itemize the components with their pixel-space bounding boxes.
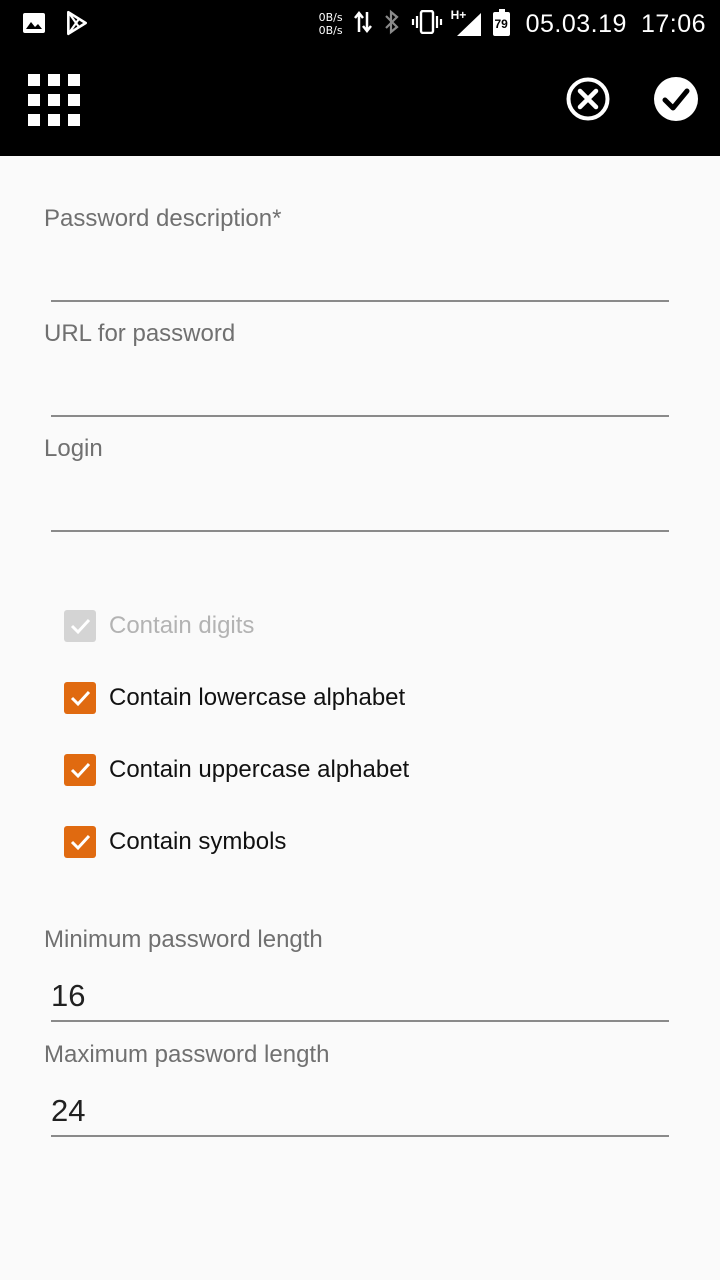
checkbox-contain-digits[interactable]: Contain digits bbox=[64, 610, 254, 642]
checkbox-contain-symbols[interactable]: Contain symbols bbox=[64, 826, 286, 858]
checkbox-checked-icon bbox=[64, 826, 96, 858]
cancel-circle-icon bbox=[566, 77, 610, 121]
login-input[interactable] bbox=[51, 482, 669, 532]
battery-level: 79 bbox=[494, 17, 508, 31]
checkbox-contain-uppercase[interactable]: Contain uppercase alphabet bbox=[64, 754, 409, 786]
max-length-label: Maximum password length bbox=[44, 1041, 330, 1068]
status-time: 17:06 bbox=[640, 9, 706, 38]
play-store-icon bbox=[64, 10, 90, 41]
checkbox-checked-icon bbox=[64, 610, 96, 642]
checkbox-label: Contain lowercase alphabet bbox=[109, 684, 406, 711]
network-speed: 0B/s 0B/s bbox=[318, 11, 343, 37]
description-input[interactable] bbox=[51, 252, 669, 302]
checkbox-checked-icon bbox=[64, 682, 96, 714]
signal-h-plus-icon: H+ bbox=[451, 8, 483, 37]
login-label: Login bbox=[44, 435, 103, 462]
checkbox-label: Contain symbols bbox=[109, 828, 287, 855]
confirm-check-icon bbox=[654, 77, 698, 121]
checkbox-label: Contain uppercase alphabet bbox=[109, 756, 410, 783]
checkbox-label: Contain digits bbox=[109, 612, 255, 639]
status-date: 05.03.19 bbox=[525, 9, 627, 38]
image-icon bbox=[22, 11, 46, 40]
url-input[interactable] bbox=[51, 367, 669, 417]
checkbox-checked-icon bbox=[64, 754, 96, 786]
min-length-input[interactable] bbox=[51, 972, 669, 1022]
vibrate-icon bbox=[411, 9, 443, 39]
bluetooth-icon bbox=[383, 9, 401, 40]
data-transfer-icon bbox=[353, 10, 373, 39]
confirm-button[interactable] bbox=[654, 77, 698, 121]
battery-icon: 79 bbox=[492, 9, 510, 36]
status-bar: 0B/s 0B/s H+ 79 05.03.19 17:06 bbox=[0, 0, 720, 48]
cancel-button[interactable] bbox=[566, 77, 610, 121]
max-length-input[interactable] bbox=[51, 1087, 669, 1137]
grid-icon[interactable] bbox=[28, 74, 80, 126]
checkbox-contain-lowercase[interactable]: Contain lowercase alphabet bbox=[64, 682, 405, 714]
min-length-label: Minimum password length bbox=[44, 926, 323, 953]
url-label: URL for password bbox=[44, 320, 236, 347]
app-toolbar bbox=[0, 48, 720, 156]
description-label: Password description* bbox=[44, 205, 282, 232]
